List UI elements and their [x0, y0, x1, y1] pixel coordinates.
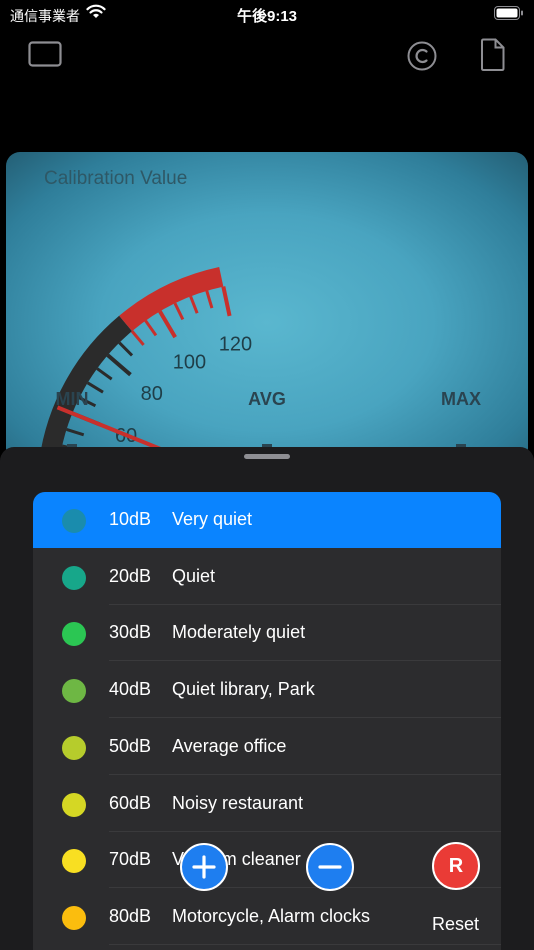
copyright-button[interactable]	[406, 40, 438, 77]
decibel-level-list: 10dB Very quiet 20dB Quiet 30dB Moderately qu…	[33, 492, 501, 950]
gauge-minor-tick	[205, 290, 214, 309]
level-db: 70dB	[109, 849, 152, 870]
level-description: Quiet	[172, 565, 216, 586]
gauge-major-tick	[106, 353, 132, 377]
level-row[interactable]: 10dB Very quiet	[33, 492, 501, 548]
gauge-minor-tick	[144, 319, 158, 337]
gauge-minor-tick	[118, 341, 134, 357]
gauge-max-label: MAX	[441, 389, 481, 409]
reset-button-letter: R	[448, 855, 464, 877]
level-db: 10dB	[109, 509, 152, 529]
level-row[interactable]: 80dB Motorcycle, Alarm clocks	[33, 889, 501, 945]
row-separator	[109, 943, 501, 945]
reset-button[interactable]: R	[432, 842, 480, 890]
gauge-panel: Calibration Value 020406080100120MINAVGM…	[6, 152, 528, 462]
level-color-dot	[62, 565, 86, 590]
plus-icon	[192, 855, 216, 879]
reset-label: Reset	[432, 914, 480, 934]
gauge-tick-label: 100	[173, 351, 206, 373]
sound-level-gauge: 020406080100120MINAVGMAX	[39, 267, 481, 462]
gauge-major-tick	[221, 286, 232, 317]
level-row[interactable]: 60dB Noisy restaurant	[33, 776, 501, 832]
gauge-tick-label: 120	[219, 333, 252, 355]
level-db: 50dB	[109, 735, 152, 756]
gauge-minor-tick	[96, 367, 113, 381]
level-row[interactable]: 20dB Quiet	[33, 549, 501, 605]
decrease-button[interactable]	[306, 843, 354, 891]
level-color-dot	[62, 679, 86, 704]
level-db: 40dB	[109, 679, 152, 700]
gauge-major-tick	[158, 310, 177, 339]
gauge-minor-tick	[189, 295, 199, 314]
sidebar-toggle-button[interactable]	[28, 41, 64, 74]
minus-icon	[318, 865, 342, 869]
battery-icon	[494, 6, 524, 25]
rectangle-icon	[28, 41, 62, 67]
gauge-minor-tick	[66, 428, 85, 437]
level-description: Average office	[172, 735, 287, 756]
copyright-icon	[407, 41, 437, 71]
level-row[interactable]: 50dB Average office	[33, 719, 501, 775]
level-description: Quiet library, Park	[172, 679, 315, 700]
level-row[interactable]: 40dB Quiet library, Park	[33, 662, 501, 719]
gauge-minor-tick	[86, 381, 104, 394]
clock-time: 午後9:13	[236, 8, 298, 25]
level-description: Motorcycle, Alarm clocks	[172, 905, 371, 926]
level-row[interactable]: 70dB Vacuum cleaner	[33, 832, 501, 889]
level-db: 30dB	[109, 622, 152, 643]
gauge-tick-label: 80	[141, 383, 163, 405]
level-color-dot	[62, 622, 86, 647]
status-bar: 通信事業者 午後9:13	[0, 0, 534, 30]
gauge-red-zone	[119, 267, 224, 332]
gauge-minor-tick	[173, 302, 185, 321]
sheet-grabber[interactable]	[244, 454, 290, 459]
gauge-avg-label: AVG	[248, 389, 286, 409]
level-color-dot	[62, 735, 86, 760]
level-description: Very quiet	[172, 509, 253, 529]
level-description: Moderately quiet	[172, 622, 306, 643]
document-button[interactable]	[480, 38, 506, 77]
gauge-min-label: MIN	[56, 389, 89, 409]
gauge-minor-tick	[130, 330, 145, 346]
increase-button[interactable]	[180, 843, 228, 891]
level-color-dot	[62, 849, 86, 874]
level-db: 80dB	[109, 905, 152, 926]
level-row[interactable]: 30dB Moderately quiet	[33, 605, 501, 662]
level-db: 20dB	[109, 565, 152, 586]
level-db: 60dB	[109, 792, 152, 813]
level-color-dot	[62, 905, 86, 930]
level-color-dot	[62, 509, 86, 533]
document-icon	[481, 38, 505, 71]
level-description: Noisy restaurant	[172, 792, 304, 813]
level-color-dot	[62, 792, 86, 817]
